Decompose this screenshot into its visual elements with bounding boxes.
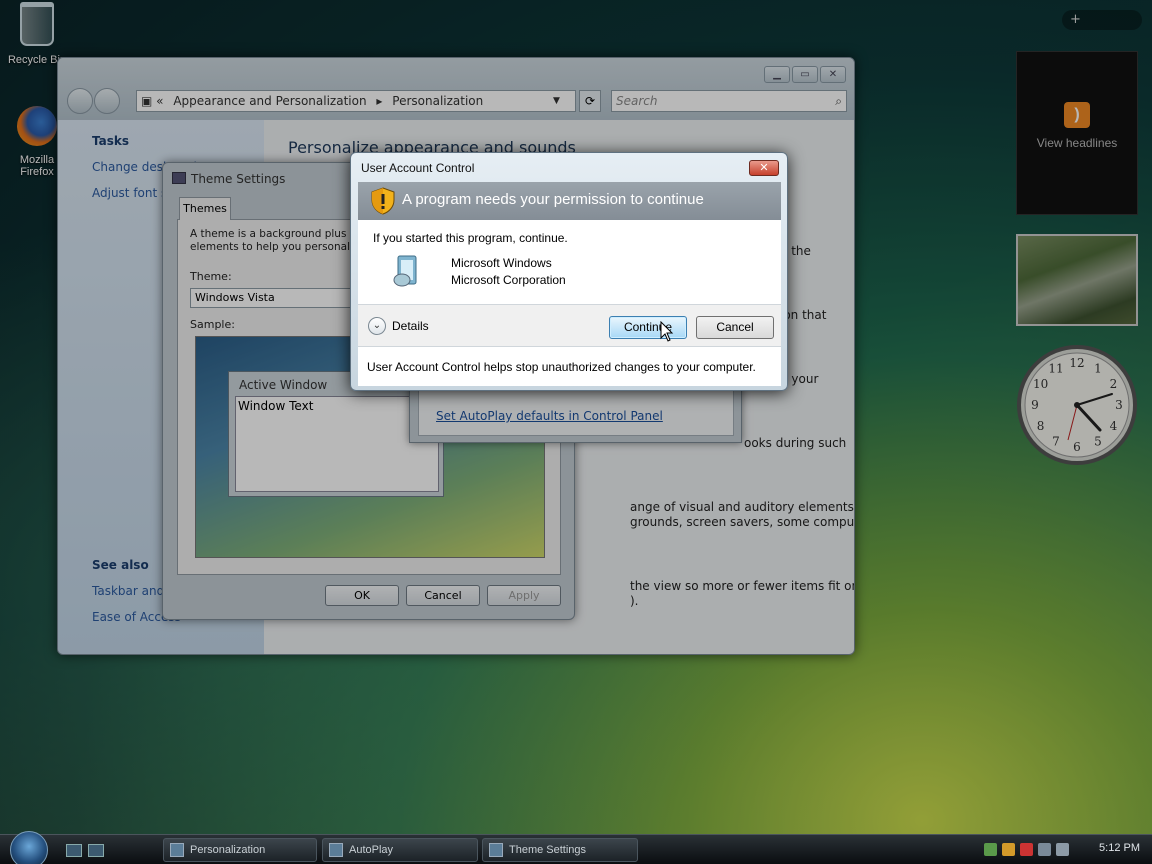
uac-body: If you started this program, continue. M… [358, 220, 781, 304]
shield-warning-icon [371, 187, 395, 215]
chevron-down-icon[interactable]: ⌄ [368, 317, 386, 335]
security-shield-tray-icon[interactable] [1002, 843, 1015, 856]
uac-prompt: If you started this program, continue. [373, 231, 568, 245]
network-tray-icon[interactable] [984, 843, 997, 856]
uac-actions: ⌄ Details Continue Cancel [358, 304, 781, 346]
continue-button[interactable]: Continue [609, 316, 687, 339]
alert-tray-icon[interactable] [1020, 843, 1033, 856]
secure-desktop-dim-overlay [0, 0, 1152, 864]
taskbar-button-personalization[interactable]: Personalization [163, 838, 317, 862]
program-icon [393, 255, 417, 287]
uac-footer-text: User Account Control helps stop unauthor… [367, 360, 756, 374]
taskbar-button-autoplay[interactable]: AutoPlay [322, 838, 478, 862]
details-label[interactable]: Details [392, 319, 429, 333]
program-publisher: Microsoft Corporation [451, 273, 566, 287]
uac-footer: User Account Control helps stop unauthor… [358, 346, 781, 386]
volume-muted-tray-icon[interactable] [1056, 843, 1069, 856]
taskbar-button-theme-settings[interactable]: Theme Settings [482, 838, 638, 862]
uac-banner: A program needs your permission to conti… [358, 182, 781, 220]
uac-title: User Account Control [361, 161, 475, 175]
close-button[interactable]: ✕ [749, 160, 779, 176]
show-desktop-icon[interactable] [66, 844, 82, 857]
uac-dialog[interactable]: User Account Control ✕ A program needs y… [350, 152, 788, 391]
taskbar: Personalization AutoPlay Theme Settings … [0, 831, 1152, 864]
control-panel-icon [170, 843, 184, 857]
taskbar-clock[interactable]: 5:12 PM [1099, 842, 1140, 854]
start-button[interactable] [10, 831, 48, 864]
switch-windows-icon[interactable] [88, 844, 104, 857]
autoplay-icon [329, 843, 343, 857]
uac-banner-text: A program needs your permission to conti… [402, 191, 704, 208]
notification-area: 5:12 PM [982, 835, 1152, 864]
details-toggle[interactable]: ⌄ Details [368, 317, 429, 335]
program-name: Microsoft Windows [451, 256, 552, 270]
mouse-cursor-icon [660, 321, 674, 342]
network-status-tray-icon[interactable] [1038, 843, 1051, 856]
theme-settings-icon [489, 843, 503, 857]
cancel-button[interactable]: Cancel [696, 316, 774, 339]
